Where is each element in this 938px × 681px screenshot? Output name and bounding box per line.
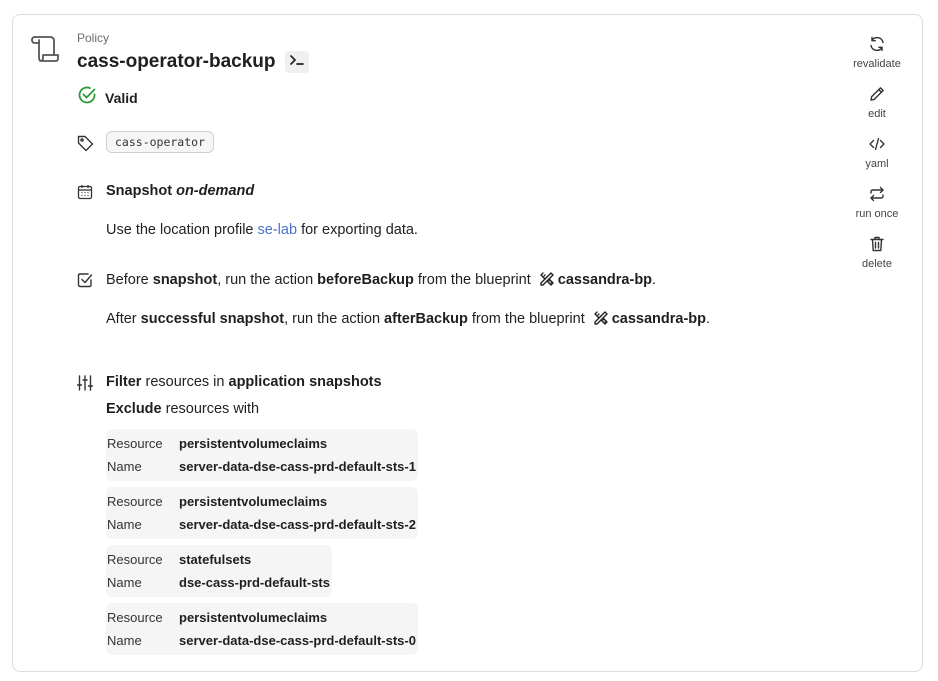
run-once-button[interactable]: run once: [846, 186, 908, 236]
run-once-label: run once: [855, 208, 899, 220]
terminal-button[interactable]: [285, 51, 309, 73]
edit-label: edit: [868, 108, 886, 120]
exclude-heading: Exclude resources with: [106, 401, 259, 417]
yaml-button[interactable]: yaml: [846, 136, 908, 186]
rule-name-label: Name: [107, 517, 142, 532]
location-prefix: Use the location profile: [106, 222, 254, 238]
rule-resource-label: Resource: [107, 436, 163, 451]
rule-name-value: server-data-dse-cass-prd-default-sts-1: [179, 459, 416, 474]
before-event: snapshot: [152, 272, 218, 288]
rule-resource-value: persistentvolumeclaims: [179, 494, 328, 509]
exclude-rule: Resource statefulsets Name dse-cass-prd-de…: [106, 545, 332, 597]
before-blueprint[interactable]: cassandra-bp: [558, 272, 652, 288]
check-circle-icon: [77, 85, 97, 110]
filter-word: Filter: [106, 374, 142, 390]
before-blueprint-text: from the blueprint: [417, 272, 531, 288]
snapshot-title: Snapshot: [106, 183, 173, 199]
after-action: afterBackup: [384, 311, 468, 327]
status-text: Valid: [105, 89, 138, 106]
label-tag: cass-operator: [106, 131, 215, 153]
page-title: cass-operator-backup: [77, 51, 276, 72]
terminal-icon: [290, 53, 304, 71]
blueprint-icon: [593, 310, 609, 330]
before-end: .: [652, 272, 657, 288]
revalidate-label: revalidate: [853, 58, 901, 70]
rule-resource-label: Resource: [107, 494, 163, 509]
rule-name-value: server-data-dse-cass-prd-default-sts-0: [179, 633, 416, 648]
revalidate-button[interactable]: revalidate: [846, 36, 908, 86]
refresh-icon: [869, 36, 885, 57]
rule-name-label: Name: [107, 575, 142, 590]
before-prefix: Before: [106, 272, 149, 288]
snapshot-frequency: on-demand: [176, 183, 255, 199]
scroll-icon: [30, 34, 60, 69]
snapshot-heading: Snapshot on-demand: [106, 183, 254, 199]
after-text: , run the action: [284, 311, 381, 327]
after-end: .: [706, 311, 711, 327]
code-icon: [869, 136, 885, 157]
rule-name-label: Name: [107, 633, 142, 648]
exclude-rule: Resource persistentvolumeclaims Name serve…: [106, 429, 418, 481]
rule-name-value: dse-cass-prd-default-sts: [179, 575, 330, 590]
exclude-rules-list: Resource persistentvolumeclaims Name serve…: [106, 429, 418, 661]
rule-name-value: server-data-dse-cass-prd-default-sts-2: [179, 517, 416, 532]
after-event: successful snapshot: [140, 311, 285, 327]
rule-resource-value: statefulsets: [179, 552, 252, 567]
location-line: Use the location profile se-lab for expo…: [106, 222, 418, 238]
delete-button[interactable]: delete: [846, 236, 908, 286]
trash-icon: [869, 236, 885, 257]
rule-resource-label: Resource: [107, 610, 163, 625]
filter-text: resources in: [145, 374, 225, 390]
blueprint-icon: [539, 271, 555, 291]
exclude-rule: Resource persistentvolumeclaims Name serve…: [106, 487, 418, 539]
resource-kind: Policy: [77, 31, 110, 45]
after-prefix: After: [106, 311, 137, 327]
yaml-label: yaml: [865, 158, 889, 170]
exclude-word: Exclude: [106, 401, 162, 417]
tag-icon: [77, 135, 94, 157]
rule-name-label: Name: [107, 459, 142, 474]
before-hook-line: Before snapshot, run the action beforeBa…: [106, 271, 656, 291]
delete-label: delete: [862, 258, 892, 270]
rule-resource-label: Resource: [107, 552, 163, 567]
after-blueprint[interactable]: cassandra-bp: [612, 311, 706, 327]
before-action: beforeBackup: [317, 272, 414, 288]
pencil-icon: [869, 86, 885, 107]
rule-resource-value: persistentvolumeclaims: [179, 610, 328, 625]
location-suffix: for exporting data.: [301, 222, 418, 238]
location-profile-link[interactable]: se-lab: [258, 222, 298, 238]
checkbox-icon: [77, 272, 93, 293]
repeat-icon: [869, 186, 885, 207]
filter-target: application snapshots: [228, 374, 382, 390]
after-hook-line: After successful snapshot, run the actio…: [106, 310, 710, 330]
calendar-icon: [77, 184, 93, 205]
sliders-icon: [76, 375, 94, 396]
validation-status: Valid: [77, 85, 138, 110]
filter-heading: Filter resources in application snapshot…: [106, 374, 382, 390]
exclude-text: resources with: [165, 401, 260, 417]
action-column: revalidate edit yaml run once delete: [846, 36, 908, 286]
rule-resource-value: persistentvolumeclaims: [179, 436, 328, 451]
exclude-rule: Resource persistentvolumeclaims Name serve…: [106, 603, 418, 655]
before-text: , run the action: [217, 272, 314, 288]
edit-button[interactable]: edit: [846, 86, 908, 136]
after-blueprint-text: from the blueprint: [471, 311, 585, 327]
